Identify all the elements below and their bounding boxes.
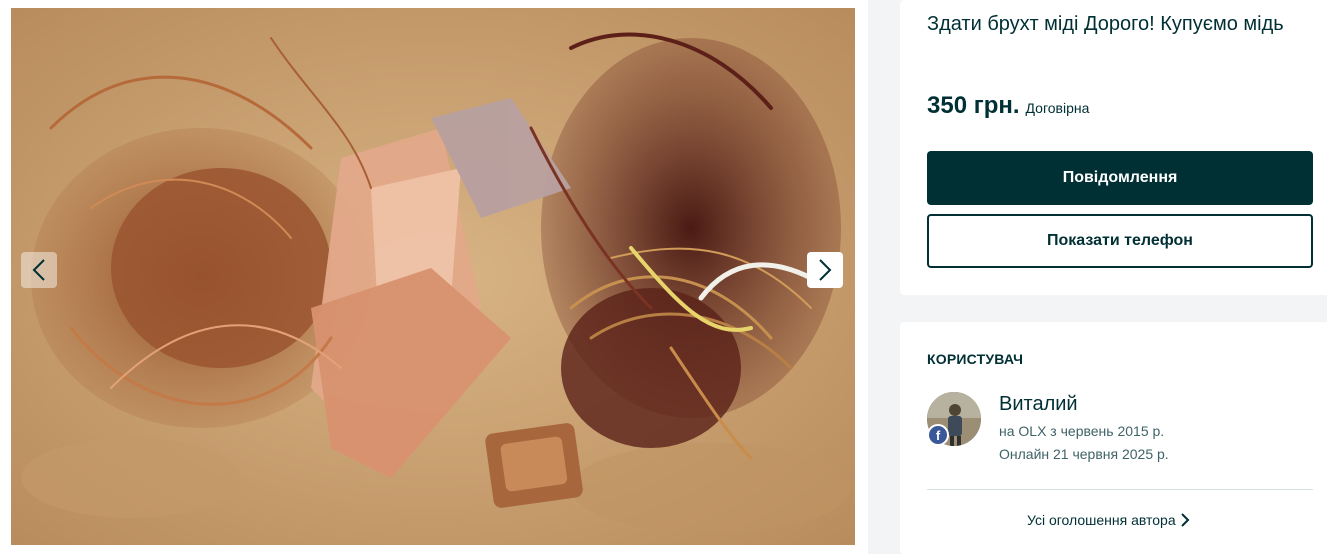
chevron-left-icon — [32, 259, 45, 281]
price-row: 350 грн. Договірна — [927, 92, 1089, 120]
gallery-prev-button[interactable] — [21, 252, 57, 288]
copper-scrap-image — [11, 8, 855, 545]
user-section-heading: Користувач — [927, 351, 1024, 367]
user-name[interactable]: Виталий — [999, 393, 1078, 416]
member-since: на OLX з червень 2015 р. — [999, 423, 1165, 439]
all-author-ads-link[interactable]: Усі оголошення автора — [1027, 512, 1190, 528]
message-button[interactable]: Повідомлення — [927, 151, 1313, 205]
last-online: Онлайн 21 червня 2025 р. — [999, 446, 1169, 462]
facebook-icon: f — [927, 424, 949, 446]
chevron-right-icon — [1180, 513, 1190, 527]
divider — [927, 489, 1313, 490]
offer-card: Здати брухт міді Дорого! Купуємо мідь 35… — [900, 0, 1327, 295]
negotiable-label: Договірна — [1025, 100, 1090, 116]
show-phone-button[interactable]: Показати телефон — [927, 214, 1313, 268]
user-card: Користувач f Виталий на OLX з червень 20… — [900, 322, 1327, 554]
image-gallery — [0, 0, 868, 554]
all-author-ads-label: Усі оголошення автора — [1027, 512, 1176, 528]
price: 350 грн. — [927, 92, 1020, 119]
chevron-right-icon — [819, 259, 832, 281]
listing-title: Здати брухт міді Дорого! Купуємо мідь — [927, 13, 1284, 35]
listing-photo[interactable] — [11, 8, 855, 545]
gallery-next-button[interactable] — [807, 252, 843, 288]
